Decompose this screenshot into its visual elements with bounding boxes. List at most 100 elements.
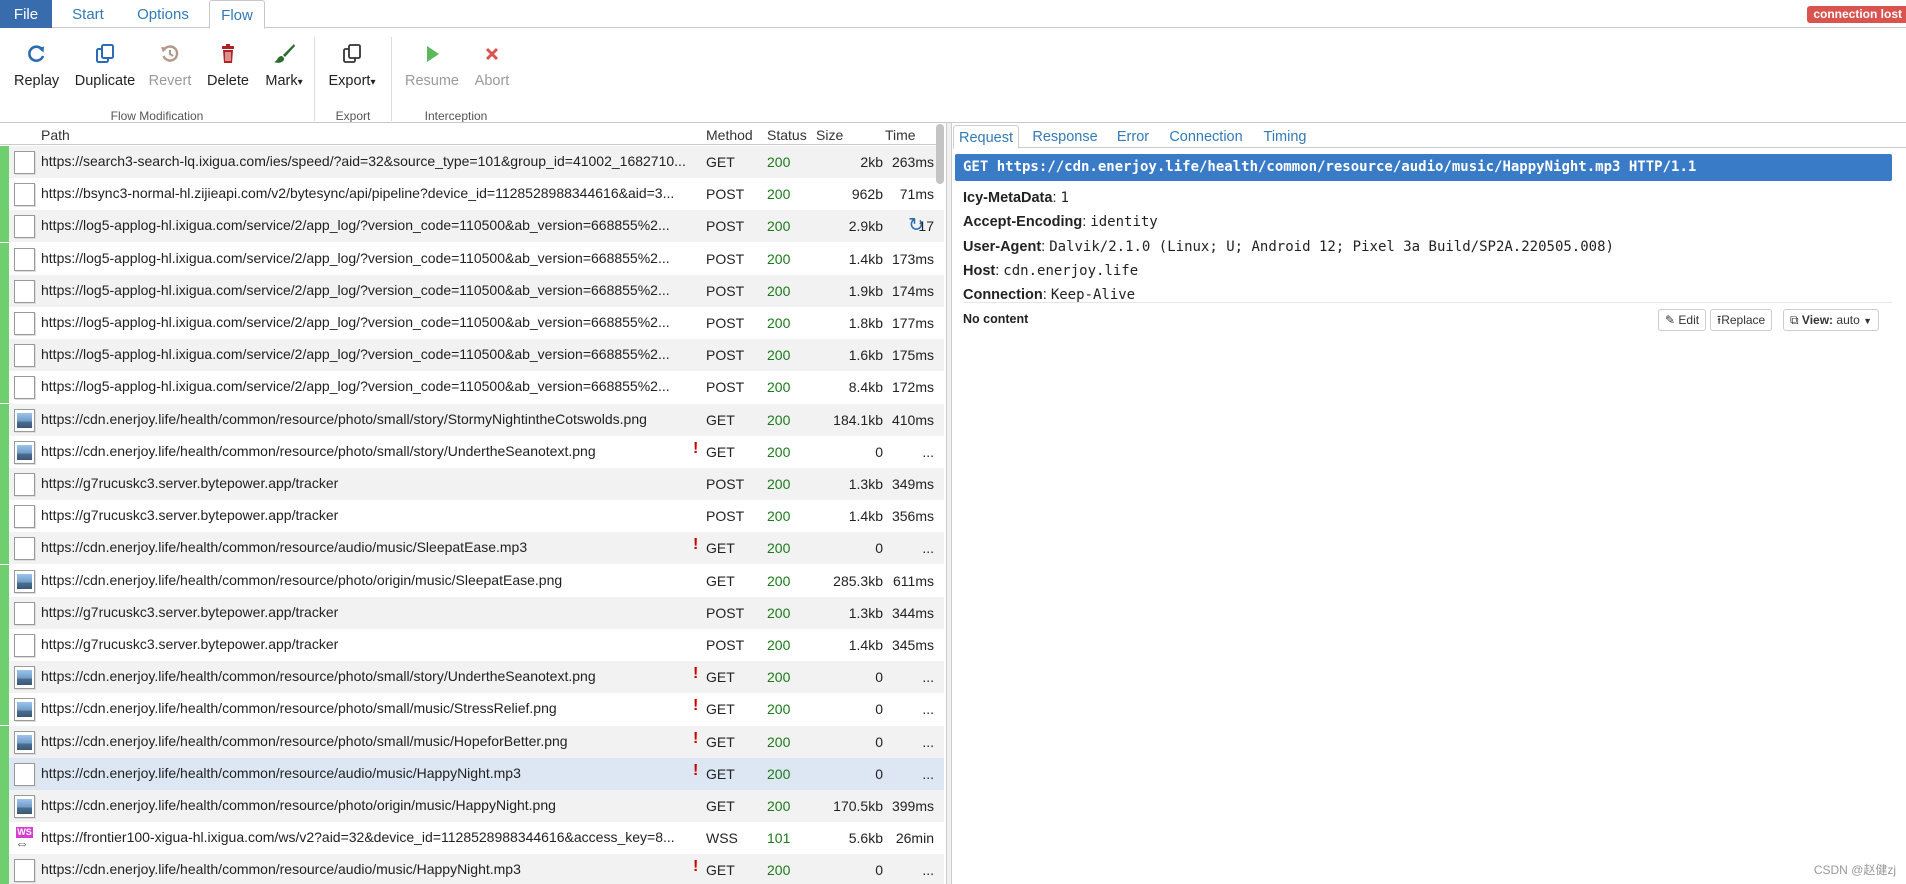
table-row[interactable]: https://cdn.enerjoy.life/health/common/r… xyxy=(0,403,944,436)
table-row[interactable]: https://cdn.enerjoy.life/health/common/r… xyxy=(0,790,944,822)
row-time-value: ... xyxy=(922,443,934,460)
abort-button[interactable]: Abort xyxy=(470,43,514,89)
tab-timing[interactable]: Timing xyxy=(1257,125,1313,148)
row-status-bar xyxy=(0,435,9,468)
row-path: https://log5-applog-hl.ixigua.com/servic… xyxy=(41,249,670,266)
column-header-method[interactable]: Method xyxy=(706,127,753,143)
row-path: https://g7rucuskc3.server.bytepower.app/… xyxy=(41,507,339,524)
tab-error[interactable]: Error xyxy=(1111,125,1155,148)
table-row[interactable]: https://cdn.enerjoy.life/health/common/r… xyxy=(0,693,944,726)
row-size: 962b xyxy=(851,186,883,203)
table-row[interactable]: https://cdn.enerjoy.life/health/common/r… xyxy=(0,757,944,790)
row-path: https://frontier100-xigua-hl.ixigua.com/… xyxy=(41,829,675,846)
row-path: https://g7rucuskc3.server.bytepower.app/… xyxy=(41,475,339,491)
row-size: 1.4kb xyxy=(848,637,883,653)
replay-button[interactable]: Replay xyxy=(14,43,59,89)
row-method: POST xyxy=(706,186,745,203)
table-row[interactable]: https://g7rucuskc3.server.bytepower.app/… xyxy=(0,629,944,661)
abort-label: Abort xyxy=(474,73,510,89)
tab-file[interactable]: File xyxy=(0,0,52,28)
delete-button[interactable]: Delete xyxy=(205,43,251,89)
tab-response[interactable]: Response xyxy=(1027,125,1103,148)
row-time: ... xyxy=(880,669,934,685)
table-row[interactable]: WS ⇔ https://frontier100-xigua-hl.ixigua.c… xyxy=(0,822,944,855)
row-status: 200 xyxy=(767,637,791,653)
table-row[interactable]: https://search3-search-lq.ixigua.com/ies… xyxy=(0,146,944,178)
mark-button[interactable]: Mark▾ xyxy=(262,43,306,89)
header-value: Keep-Alive xyxy=(1050,287,1136,304)
header-name: Connection xyxy=(963,287,1043,304)
table-row[interactable]: https://log5-applog-hl.ixigua.com/servic… xyxy=(0,339,944,372)
row-time-value: 345ms xyxy=(891,637,934,653)
row-time-value: ... xyxy=(922,862,934,879)
table-row[interactable]: https://log5-applog-hl.ixigua.com/servic… xyxy=(0,242,944,275)
table-row[interactable]: https://log5-applog-hl.ixigua.com/servic… xyxy=(0,210,944,243)
revert-icon xyxy=(148,43,192,69)
image-icon xyxy=(14,698,35,722)
table-row[interactable]: https://log5-applog-hl.ixigua.com/servic… xyxy=(0,307,944,339)
table-row[interactable]: https://cdn.enerjoy.life/health/common/r… xyxy=(0,532,944,565)
table-row[interactable]: https://bsync3-normal-hl.zijieapi.com/v2… xyxy=(0,178,944,211)
table-row[interactable]: https://cdn.enerjoy.life/health/common/r… xyxy=(0,854,944,884)
view-mode-dropdown[interactable]: ⧉ View: auto ▼ xyxy=(1783,309,1880,331)
column-header-time[interactable]: Time xyxy=(885,127,916,143)
row-status: 200 xyxy=(767,572,791,589)
close-icon xyxy=(470,43,514,69)
row-time: ... xyxy=(880,862,934,878)
row-status-bar xyxy=(0,854,9,884)
table-row[interactable]: https://cdn.enerjoy.life/health/common/r… xyxy=(0,564,944,597)
row-time-value: ... xyxy=(922,669,934,686)
flow-table-scrollbar[interactable] xyxy=(936,124,944,184)
table-row[interactable]: https://log5-applog-hl.ixigua.com/servic… xyxy=(0,274,944,307)
row-path: https://cdn.enerjoy.life/health/common/r… xyxy=(41,410,647,427)
replace-button[interactable]: ⭱Replace xyxy=(1710,309,1773,331)
tab-connection[interactable]: Connection xyxy=(1163,125,1249,148)
trash-icon xyxy=(205,43,251,69)
file-icon xyxy=(14,505,35,529)
revert-button[interactable]: Revert xyxy=(148,43,192,89)
replay-icon xyxy=(14,43,58,69)
tab-options[interactable]: Options xyxy=(128,0,198,28)
column-header-size[interactable]: Size xyxy=(816,127,843,143)
header-value: cdn.enerjoy.life xyxy=(1003,262,1139,279)
table-row[interactable]: https://cdn.enerjoy.life/health/common/r… xyxy=(0,661,944,694)
edit-button[interactable]: ✎ Edit xyxy=(1658,309,1707,331)
header-row: Host: cdn.enerjoy.life xyxy=(963,262,1139,279)
resume-button[interactable]: Resume xyxy=(404,43,460,89)
row-size: 1.3kb xyxy=(848,476,883,492)
row-status: 200 xyxy=(767,733,791,750)
table-row[interactable]: https://cdn.enerjoy.life/health/common/r… xyxy=(0,725,944,758)
export-button[interactable]: Export▾ xyxy=(326,43,378,89)
tab-start[interactable]: Start xyxy=(60,0,116,28)
tab-flow[interactable]: Flow xyxy=(209,0,265,29)
row-size: 5.6kb xyxy=(848,830,883,847)
mitmweb-app: File Start Options Flow connection lost … xyxy=(0,0,1906,884)
replay-icon[interactable]: ↻ xyxy=(908,218,924,234)
column-header-path[interactable]: Path xyxy=(41,127,70,143)
table-row[interactable]: https://log5-applog-hl.ixigua.com/servic… xyxy=(0,371,944,404)
row-size: 0 xyxy=(875,669,883,686)
header-row: User-Agent: Dalvik/2.1.0 (Linux; U; Andr… xyxy=(963,238,1614,255)
table-row[interactable]: https://g7rucuskc3.server.bytepower.app/… xyxy=(0,596,944,629)
row-status-bar xyxy=(0,371,9,404)
file-icon xyxy=(14,215,35,239)
chevron-down-icon: ▼ xyxy=(1863,316,1873,326)
row-status-bar xyxy=(0,822,9,855)
tab-request[interactable]: Request xyxy=(953,125,1019,149)
flow-details-pane: Request Response Error Connection Timing… xyxy=(953,123,1906,884)
row-method: POST xyxy=(706,604,745,621)
row-method: POST xyxy=(706,508,745,525)
row-status-bar xyxy=(0,532,9,565)
table-row[interactable]: https://cdn.enerjoy.life/health/common/r… xyxy=(0,435,944,468)
export-icon xyxy=(326,43,378,69)
duplicate-button[interactable]: Duplicate xyxy=(72,43,138,89)
image-icon xyxy=(14,440,35,464)
pane-splitter[interactable] xyxy=(946,123,952,884)
row-status-bar xyxy=(0,757,9,790)
row-time-value: ... xyxy=(922,540,934,557)
table-row[interactable]: https://g7rucuskc3.server.bytepower.app/… xyxy=(0,468,944,500)
row-size: 0 xyxy=(875,765,883,782)
column-header-status[interactable]: Status xyxy=(767,127,807,143)
table-row[interactable]: https://g7rucuskc3.server.bytepower.app/… xyxy=(0,500,944,533)
row-status: 101 xyxy=(767,830,791,847)
